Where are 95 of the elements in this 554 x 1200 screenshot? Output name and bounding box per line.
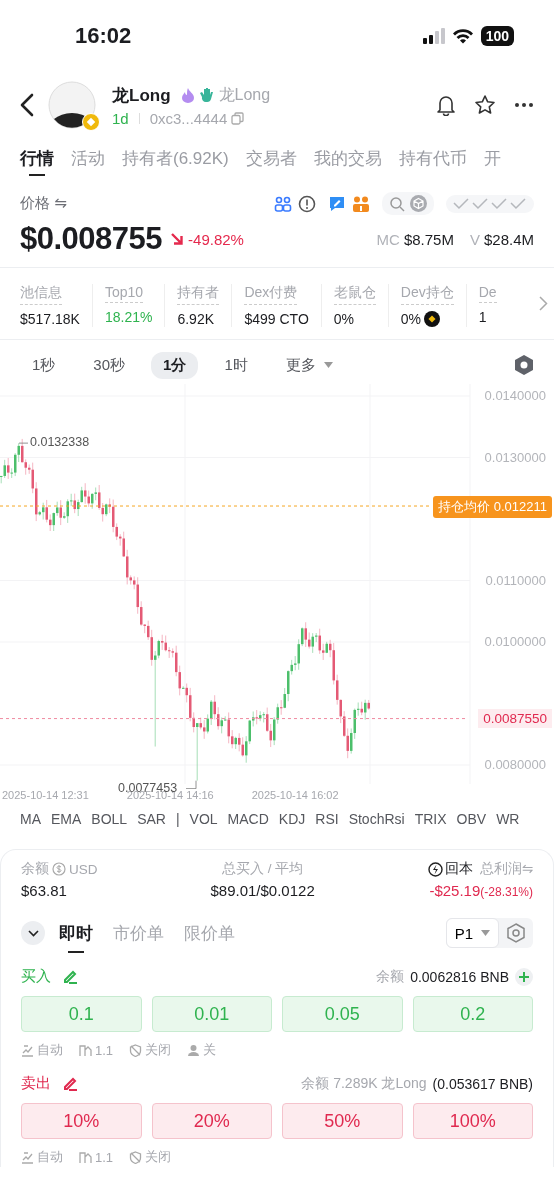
tab[interactable]: 开 [483, 138, 501, 178]
total-bought-label: 总买入 / 平均 [221, 860, 304, 878]
axis-tick-label: 2025-10-14 12:31 [2, 789, 89, 803]
trade-option[interactable]: 关 [187, 1040, 217, 1060]
order-type-tab[interactable]: 限价单 [184, 917, 235, 949]
trade-option[interactable]: 关闭 [129, 1147, 172, 1167]
stat-value: 1 [478, 309, 487, 325]
token-price: $0.008755 [20, 221, 163, 257]
stat-label[interactable]: 池信息 [20, 284, 62, 305]
stat-label[interactable]: Dex付费 [244, 284, 298, 305]
indicator-toggle[interactable]: OBV [456, 811, 487, 841]
total-profit-value: -$25.19 [429, 882, 481, 899]
high-price-label: 0.0132338 [30, 435, 90, 450]
total-bought-value: $89.01/$0.0122 [210, 882, 315, 899]
interval-tab[interactable]: 1分 [151, 351, 199, 379]
axis-tick-label: 2025-10-14 16:02 [251, 789, 339, 803]
trade-option[interactable]: 1.1 [79, 1147, 114, 1167]
axis-tick-label: 0.0100000 [484, 634, 546, 649]
indicator-toggle[interactable]: MA [20, 811, 41, 841]
buy-amount-button[interactable]: 0.05 [282, 996, 403, 1032]
buy-label: 买入 [21, 967, 51, 986]
tab[interactable]: 持有代币 [398, 138, 467, 178]
token-age: 1d [112, 109, 129, 127]
battery-indicator: 100 [480, 26, 514, 46]
tab[interactable]: 交易者 [245, 138, 297, 178]
interval-tab[interactable]: 1秒 [20, 351, 68, 379]
stat-value: 6.92K [177, 311, 215, 327]
balance-value: 0.0062816 BNB [410, 968, 509, 985]
interval-tab[interactable]: 1时 [212, 351, 260, 379]
trade-option[interactable]: 1.1 [79, 1040, 114, 1060]
indicator-toggle[interactable]: RSI [315, 811, 339, 841]
indicator-toggle[interactable]: SAR [137, 811, 166, 841]
buy-amount-button[interactable]: 0.1 [21, 996, 142, 1032]
token-name: 龙Long [112, 84, 171, 107]
order-type-tab[interactable]: 市价单 [113, 917, 164, 949]
indicator-toggle[interactable]: EMA [51, 811, 82, 841]
sell-percent-button[interactable]: 100% [412, 1103, 533, 1139]
market-cap-label: MC [376, 230, 400, 248]
market-cap-value: $8.75M [403, 230, 454, 248]
axis-tick-label: 0.0110000 [485, 572, 546, 588]
stat-value: 0% [400, 311, 421, 327]
preset-dropdown[interactable]: P1 [445, 918, 499, 948]
total-profit-percent: (-28.31%) [480, 885, 533, 899]
balance-label: 余额 7.289K 龙Long [301, 1074, 427, 1093]
balance-value: $63.81 [21, 882, 68, 899]
axis-tick-label: 0.0140000 [484, 388, 546, 403]
balance-value: (0.053617 BNB) [432, 1075, 533, 1092]
sell-percent-button[interactable]: 20% [151, 1103, 272, 1139]
axis-tick-label: 0.0080000 [484, 757, 546, 772]
interval-tab[interactable]: 30秒 [81, 351, 138, 379]
sell-label: 卖出 [21, 1074, 51, 1093]
volume-value: $28.4M [483, 230, 534, 248]
stat-label[interactable]: De [478, 284, 497, 303]
price-label: 价格 ⇋ [20, 194, 67, 213]
trade-option[interactable]: 自动 [21, 1040, 63, 1060]
tab[interactable]: 行情 [20, 138, 54, 178]
indicator-toggle[interactable]: TRIX [414, 811, 447, 841]
currency-label: USD [69, 861, 98, 877]
stat-label[interactable]: Dev持仓 [400, 284, 454, 305]
total-profit-label[interactable]: 总利润⇋ [479, 860, 533, 878]
indicator-toggle[interactable]: VOL [189, 811, 218, 841]
average-cost-tag: 持仓均价 0.012211 [433, 496, 552, 518]
token-alias: 龙Long [218, 84, 271, 105]
indicator-toggle[interactable]: WR [496, 811, 520, 841]
axis-tick-label: 0.0130000 [484, 449, 546, 465]
sell-percent-button[interactable]: 50% [282, 1103, 403, 1139]
contract-address: 0xc3...4444 [149, 109, 228, 127]
buy-amount-button[interactable]: 0.2 [412, 996, 533, 1032]
tab[interactable]: 我的交易 [313, 138, 382, 178]
balance-label: 余额 [376, 967, 405, 986]
price-change: -49.82% [188, 230, 244, 248]
indicator-toggle[interactable]: MACD [227, 811, 269, 841]
sell-percent-button[interactable]: 10% [21, 1103, 142, 1139]
trade-option[interactable]: 关闭 [129, 1040, 172, 1060]
stat-value: $499 CTO [244, 311, 309, 327]
interval-tab[interactable]: 更多 [273, 351, 345, 379]
volume-label: V [469, 230, 480, 248]
clock: 16:02 [75, 23, 133, 49]
separator-text: | [175, 811, 180, 829]
stat-value: 0% [333, 311, 354, 327]
trade-option[interactable]: 自动 [21, 1147, 63, 1167]
buy-amount-button[interactable]: 0.01 [151, 996, 272, 1032]
balance-label: 余额 [21, 860, 49, 878]
tab[interactable]: 活动 [71, 138, 105, 178]
stat-value: 18.21% [104, 309, 153, 325]
stat-label[interactable]: Top10 [104, 284, 144, 303]
current-price-tag: 0.0087550 [478, 708, 552, 728]
tab[interactable]: 持有者(6.92K) [122, 138, 229, 178]
indicator-toggle[interactable]: KDJ [278, 811, 306, 841]
breakeven-toggle[interactable]: 回本 [427, 860, 473, 878]
indicator-toggle[interactable]: StochRsi [348, 811, 405, 841]
stat-label[interactable]: 持有者 [177, 284, 220, 305]
indicator-toggle[interactable]: BOLL [91, 811, 128, 841]
stat-label[interactable]: 老鼠仓 [333, 284, 376, 305]
stat-value: $517.18K [20, 311, 80, 327]
